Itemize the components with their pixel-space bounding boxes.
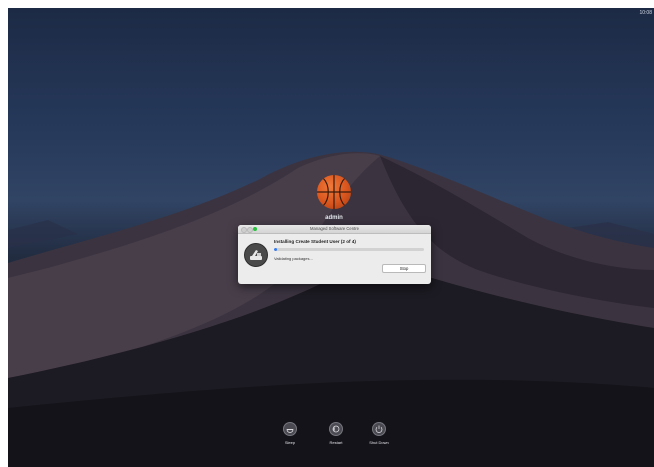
zoom-button[interactable]: [253, 227, 257, 231]
restart-icon: [329, 422, 343, 436]
install-status-text: Validating packages...: [274, 256, 313, 261]
shut-down-button[interactable]: Shut Down: [359, 422, 399, 445]
user-avatar[interactable]: [317, 175, 351, 209]
install-progress-bar: [274, 248, 424, 251]
restart-button[interactable]: Restart: [316, 422, 356, 445]
user-name: admin: [325, 215, 343, 221]
sleep-button[interactable]: Sleep: [270, 422, 310, 445]
shut-down-label: Shut Down: [369, 440, 389, 445]
dialog-window-title: Managed Software Centre: [310, 226, 359, 231]
power-icon: [372, 422, 386, 436]
dialog-titlebar: Managed Software Centre: [238, 225, 431, 234]
basketball-icon: [317, 175, 351, 209]
sleep-label: Sleep: [284, 440, 296, 445]
sleep-icon: [283, 422, 297, 436]
install-progress-fill: [274, 248, 277, 251]
restart-label: Restart: [329, 440, 343, 445]
managed-software-centre-icon: [244, 243, 268, 267]
menu-bar-clock: 10:08: [639, 10, 652, 16]
login-screen: 10:08 admin Managed Software Centre Inst…: [8, 8, 654, 467]
install-title: Installing Create Student User (2 of 4): [274, 239, 356, 244]
install-dialog: Managed Software Centre Installing Creat…: [238, 225, 431, 284]
stop-button[interactable]: Stop: [382, 264, 426, 273]
